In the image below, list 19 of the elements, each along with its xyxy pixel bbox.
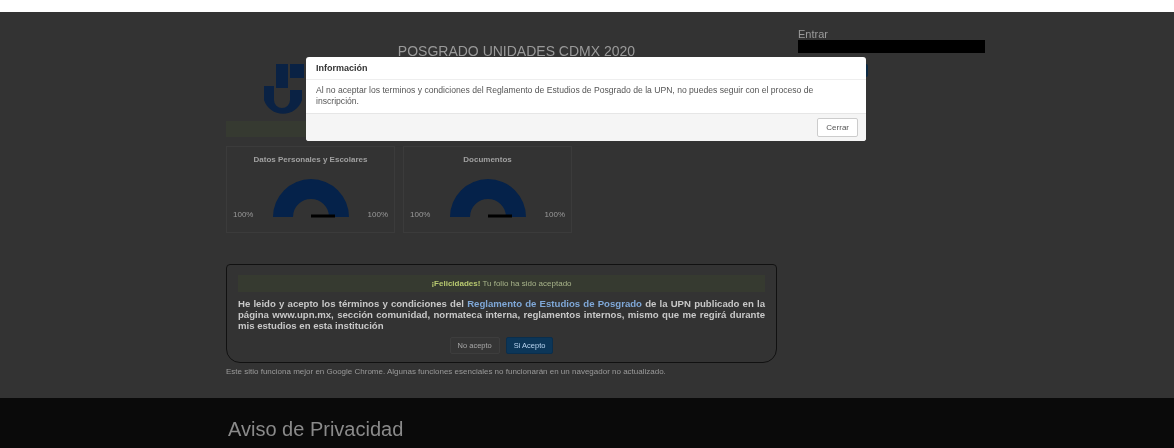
footer-title: Aviso de Privacidad: [228, 418, 405, 441]
terms-text: He leido y acepto los términos y condiciones del Reglamento de Estudios de Posgrado de la UPN publicado en la página www.upn.mx, sección comunidad, normateca interna, reglamentos internos, mismo que me regirá durante mis estudios en esta institución: [238, 298, 765, 331]
page-title: POSGRADO UNIDADES CDMX 2020: [396, 43, 637, 59]
gauge-max-label: 100%: [367, 210, 388, 219]
close-button[interactable]: Cerrar: [817, 118, 858, 137]
gauge-min-label: 100%: [233, 210, 254, 219]
browser-notice: Este sitio funciona mejor en Google Chrome. Algunas funciones esenciales no funcionarán en un navegador no actualizado.: [226, 367, 667, 376]
regulation-link[interactable]: Reglamento de Estudios de Posgrado: [467, 298, 642, 309]
success-alert: ¡Felicidades! Tu folio ha sido aceptado: [238, 275, 765, 292]
gauge-icon: [447, 177, 528, 219]
gauge-min-label: 100%: [410, 210, 431, 219]
dialog-message: Al no aceptar los terminos y condiciones del Reglamento de Estudios de Posgrado de la UPN, no puedes seguir con el proceso de inscripción.: [315, 84, 815, 108]
gauge-icon: [270, 177, 351, 219]
card-title: Documentos: [463, 155, 512, 164]
gauge-max-label: 100%: [544, 210, 565, 219]
card-title: Datos Personales y Escolares: [253, 155, 368, 164]
logo-icon: [264, 64, 304, 116]
dialog-title: Información: [306, 57, 866, 80]
login-label: Entrar: [798, 28, 829, 40]
